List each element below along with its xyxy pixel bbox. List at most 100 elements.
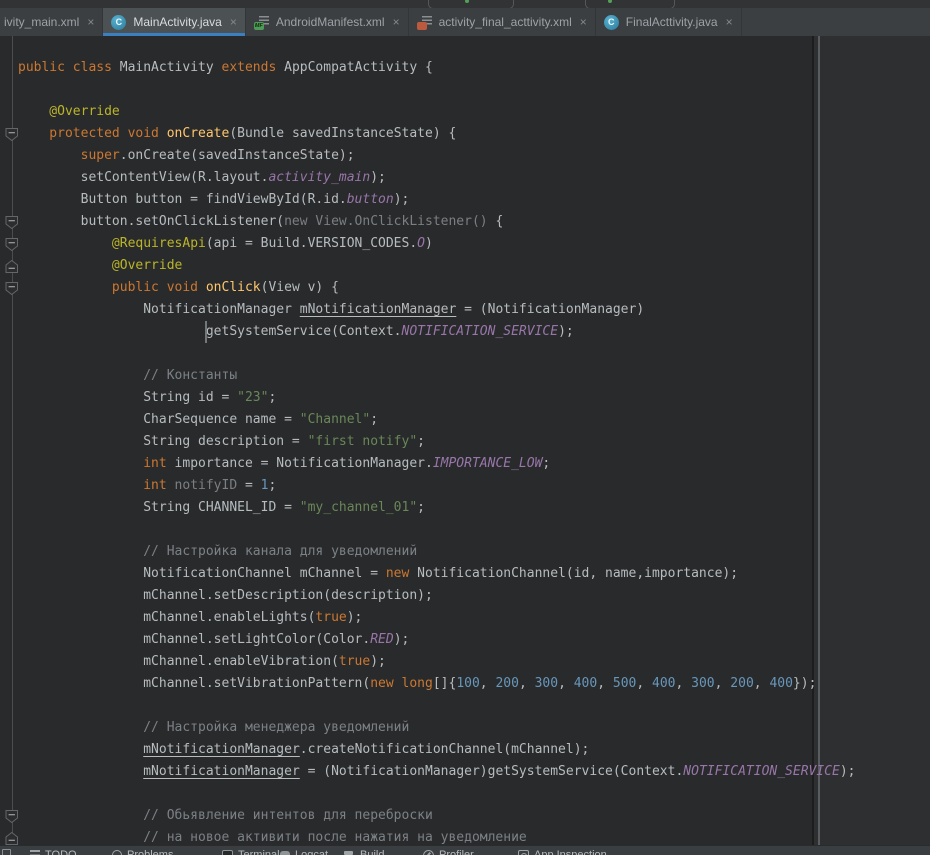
tool-window-button-build[interactable]: Build [343, 849, 384, 855]
code-line[interactable]: getSystemService(Context.NOTIFICATION_SE… [18, 321, 930, 343]
code-token: @Override [18, 104, 120, 119]
code-line[interactable]: // Настройка менеджера уведомлений [18, 717, 930, 739]
code-line[interactable]: public void onClick(View v) { [18, 277, 930, 299]
code-token: new View.OnClickListener() [284, 214, 495, 229]
code-line[interactable] [18, 343, 930, 365]
fold-icon[interactable] [5, 237, 19, 252]
code-line[interactable]: @Override [18, 255, 930, 277]
fold-icon[interactable] [5, 281, 19, 296]
tool-window-button-logcat[interactable]: Logcat [280, 849, 328, 855]
code-token [18, 236, 112, 251]
fold-icon[interactable] [5, 831, 19, 845]
code-token: mChannel.enableLights( [18, 610, 315, 625]
tab-androidmanifest-xml[interactable]: MFAndroidManifest.xml× [246, 8, 409, 36]
tool-window-label: Terminal [238, 849, 280, 855]
window-corner-icon[interactable] [2, 849, 11, 855]
code-token: , [715, 676, 731, 691]
code-area[interactable]: public class MainActivity extends AppCom… [0, 57, 930, 845]
tab-ivity-main-xml[interactable]: ivity_main.xml× [0, 8, 103, 36]
fold-icon[interactable] [5, 127, 19, 142]
tab-activity-final-acttivity-xml[interactable]: activity_final_acttivity.xml× [409, 8, 596, 36]
code-line[interactable] [18, 519, 930, 541]
fold-icon[interactable] [5, 215, 19, 230]
code-line[interactable]: public class MainActivity extends AppCom… [18, 57, 930, 79]
code-token: , [754, 676, 770, 691]
code-token: // Константы [18, 368, 237, 383]
code-line[interactable]: mChannel.setLightColor(Color.RED); [18, 629, 930, 651]
fold-icon[interactable] [5, 259, 19, 274]
code-token: , [597, 676, 613, 691]
tab-mainactivity-java[interactable]: CMainActivity.java× [103, 8, 246, 36]
fold-icon[interactable] [5, 809, 19, 824]
code-line[interactable]: super.onCreate(savedInstanceState); [18, 145, 930, 167]
code-line[interactable]: // Обьявление интентов для переброски [18, 805, 930, 827]
code-token: ); [394, 632, 410, 647]
code-line[interactable]: mChannel.setVibrationPattern(new long[]{… [18, 673, 930, 695]
code-token: String description = [18, 434, 308, 449]
profiler-icon [423, 850, 434, 855]
code-token: mChannel.enableVibration( [18, 654, 339, 669]
code-line[interactable]: NotificationChannel mChannel = new Notif… [18, 563, 930, 585]
code-token: = (NotificationManager)getSystemService(… [300, 764, 684, 779]
code-line[interactable]: mChannel.enableLights(true); [18, 607, 930, 629]
close-icon[interactable]: × [726, 16, 733, 28]
code-token: (api = Build.VERSION_CODES. [206, 236, 417, 251]
close-icon[interactable]: × [393, 16, 400, 28]
code-line[interactable] [18, 79, 930, 101]
tab-finalacttivity-java[interactable]: CFinalActtivity.java× [596, 8, 742, 36]
code-line[interactable]: String id = "23"; [18, 387, 930, 409]
tool-window-button-problems[interactable]: Problems [112, 849, 173, 855]
code-line[interactable]: setContentView(R.layout.activity_main); [18, 167, 930, 189]
code-line[interactable]: protected void onCreate(Bundle savedInst… [18, 123, 930, 145]
code-line[interactable]: int importance = NotificationManager.IMP… [18, 453, 930, 475]
code-line[interactable]: CharSequence name = "Channel"; [18, 409, 930, 431]
tool-window-button-terminal[interactable]: Terminal [222, 849, 280, 855]
code-line[interactable]: button.setOnClickListener(new View.OnCli… [18, 211, 930, 233]
code-line[interactable]: // Константы [18, 365, 930, 387]
code-line[interactable]: mNotificationManager.createNotificationC… [18, 739, 930, 761]
code-token: MainActivity [120, 60, 222, 75]
class-file-icon: C [604, 15, 619, 30]
tab-label: MainActivity.java [133, 15, 221, 29]
code-token: , [636, 676, 652, 691]
code-line[interactable]: // на новое активити после нажатия на ув… [18, 827, 930, 845]
code-line[interactable]: String CHANNEL_ID = "my_channel_01"; [18, 497, 930, 519]
code-token: importance = NotificationManager. [175, 456, 433, 471]
tool-window-button-profiler[interactable]: Profiler [423, 849, 474, 855]
code-line[interactable]: mChannel.enableVibration(true); [18, 651, 930, 673]
code-token: onClick [206, 280, 261, 295]
code-token: 100 [456, 676, 479, 691]
close-icon[interactable]: × [230, 16, 237, 28]
code-line[interactable]: // Настройка канала для уведомлений [18, 541, 930, 563]
tool-window-label: Problems [127, 849, 173, 855]
code-line[interactable]: mChannel.setDescription(description); [18, 585, 930, 607]
code-line[interactable] [18, 695, 930, 717]
tool-window-button-app-inspection[interactable]: App Inspection [518, 849, 607, 855]
code-token: O [417, 236, 425, 251]
code-line[interactable] [18, 783, 930, 805]
manifest-file-icon: MF [254, 15, 269, 30]
code-token: "my_channel_01" [300, 500, 417, 515]
close-icon[interactable]: × [580, 16, 587, 28]
code-line[interactable]: Button button = findViewById(R.id.button… [18, 189, 930, 211]
code-token: ; [417, 500, 425, 515]
code-editor[interactable]: public class MainActivity extends AppCom… [0, 36, 930, 845]
tool-window-label: App Inspection [534, 849, 607, 855]
code-token: 200 [495, 676, 518, 691]
code-line[interactable]: @Override [18, 101, 930, 123]
tool-window-button-todo[interactable]: TODO [30, 849, 77, 855]
code-token: button [347, 192, 394, 207]
code-line[interactable]: int notifyID = 1; [18, 475, 930, 497]
code-token: // Настройка канала для уведомлений [18, 544, 417, 559]
code-token [18, 742, 143, 757]
code-token: }); [793, 676, 816, 691]
code-line[interactable]: NotificationManager mNotificationManager… [18, 299, 930, 321]
code-token: ) [425, 236, 433, 251]
code-line[interactable]: mNotificationManager = (NotificationMana… [18, 761, 930, 783]
code-token: int [18, 456, 175, 471]
code-token: mChannel.setDescription(description); [18, 588, 433, 603]
code-token: "first notify" [308, 434, 418, 449]
close-icon[interactable]: × [87, 16, 94, 28]
code-line[interactable]: @RequiresApi(api = Build.VERSION_CODES.O… [18, 233, 930, 255]
code-line[interactable]: String description = "first notify"; [18, 431, 930, 453]
